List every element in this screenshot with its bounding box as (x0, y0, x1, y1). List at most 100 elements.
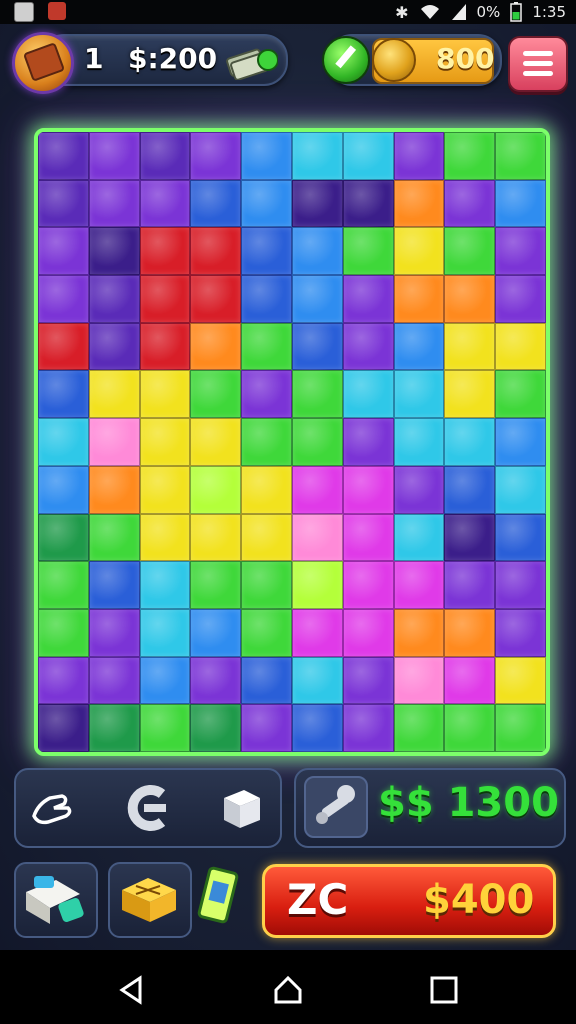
puzzle-piece[interactable] (495, 608, 546, 657)
menu-icon[interactable] (508, 36, 568, 92)
puzzle-piece[interactable] (495, 227, 546, 276)
puzzle-piece[interactable] (241, 322, 292, 371)
puzzle-piece[interactable] (38, 275, 89, 323)
puzzle-piece[interactable] (291, 370, 343, 419)
puzzle-piece[interactable] (190, 132, 242, 180)
magnet-icon[interactable] (120, 784, 176, 832)
puzzle-piece[interactable] (291, 704, 343, 752)
card-icon[interactable] (196, 866, 242, 928)
puzzle-piece[interactable] (444, 704, 496, 752)
puzzle-piece[interactable] (495, 465, 546, 514)
puzzle-piece[interactable] (190, 275, 242, 323)
puzzle-piece[interactable] (393, 608, 445, 657)
puzzle-piece[interactable] (291, 418, 343, 466)
puzzle-piece[interactable] (393, 227, 445, 276)
puzzle-piece[interactable] (444, 465, 496, 514)
puzzle-piece[interactable] (88, 179, 140, 228)
puzzle-piece[interactable] (190, 227, 242, 276)
puzzle-piece[interactable] (342, 227, 394, 276)
puzzle-piece[interactable] (139, 465, 191, 514)
puzzle-piece[interactable] (241, 132, 292, 180)
puzzle-piece[interactable] (444, 656, 496, 705)
puzzle-piece[interactable] (342, 656, 394, 705)
recents-icon[interactable] (424, 970, 464, 1010)
puzzle-piece[interactable] (495, 656, 546, 705)
puzzle-piece[interactable] (393, 465, 445, 514)
puzzle-piece[interactable] (139, 656, 191, 705)
puzzle-piece[interactable] (190, 418, 242, 466)
puzzle-piece[interactable] (342, 465, 394, 514)
puzzle-piece[interactable] (38, 370, 89, 419)
back-icon[interactable] (112, 970, 152, 1010)
puzzle-piece[interactable] (139, 275, 191, 323)
puzzle-piece[interactable] (88, 370, 140, 419)
puzzle-piece[interactable] (291, 322, 343, 371)
puzzle-piece[interactable] (190, 465, 242, 514)
puzzle-piece[interactable] (241, 418, 292, 466)
puzzle-piece[interactable] (88, 227, 140, 276)
puzzle-piece[interactable] (291, 227, 343, 276)
puzzle-piece[interactable] (241, 656, 292, 705)
puzzle-piece[interactable] (393, 132, 445, 180)
puzzle-piece[interactable] (241, 370, 292, 419)
puzzle-piece[interactable] (444, 132, 496, 180)
puzzle-piece[interactable] (393, 656, 445, 705)
puzzle-piece[interactable] (88, 704, 140, 752)
puzzle-piece[interactable] (241, 179, 292, 228)
puzzle-piece[interactable] (495, 418, 546, 466)
puzzle-piece[interactable] (38, 322, 89, 371)
puzzle-piece[interactable] (393, 418, 445, 466)
puzzle-piece[interactable] (38, 179, 89, 228)
puzzle-piece[interactable] (291, 656, 343, 705)
puzzle-piece[interactable] (495, 513, 546, 562)
puzzle-piece[interactable] (38, 608, 89, 657)
puzzle-piece[interactable] (291, 608, 343, 657)
puzzle-piece[interactable] (38, 227, 89, 276)
puzzle-piece[interactable] (88, 608, 140, 657)
puzzle-piece[interactable] (38, 513, 89, 562)
puzzle-piece[interactable] (342, 608, 394, 657)
puzzle-piece[interactable] (88, 465, 140, 514)
puzzle-piece[interactable] (139, 561, 191, 609)
puzzle-piece[interactable] (88, 275, 140, 323)
puzzle-piece[interactable] (241, 513, 292, 562)
puzzle-piece[interactable] (393, 704, 445, 752)
puzzle-piece[interactable] (139, 227, 191, 276)
puzzle-piece[interactable] (495, 561, 546, 609)
puzzle-piece[interactable] (190, 656, 242, 705)
puzzle-piece[interactable] (291, 275, 343, 323)
puzzle-piece[interactable] (190, 370, 242, 419)
shop-slot-2[interactable] (108, 862, 192, 938)
puzzle-piece[interactable] (444, 418, 496, 466)
puzzle-piece[interactable] (342, 322, 394, 371)
puzzle-piece[interactable] (342, 418, 394, 466)
wrench-icon[interactable] (304, 776, 368, 838)
puzzle-piece[interactable] (291, 561, 343, 609)
puzzle-piece[interactable] (393, 370, 445, 419)
puzzle-piece[interactable] (495, 322, 546, 371)
puzzle-piece[interactable] (139, 179, 191, 228)
puzzle-piece[interactable] (190, 608, 242, 657)
puzzle-piece[interactable] (38, 561, 89, 609)
puzzle-piece[interactable] (393, 322, 445, 371)
puzzle-piece[interactable] (291, 132, 343, 180)
puzzle-piece[interactable] (88, 132, 140, 180)
puzzle-piece[interactable] (190, 704, 242, 752)
puzzle-piece[interactable] (190, 179, 242, 228)
puzzle-piece[interactable] (291, 465, 343, 514)
buy-button[interactable]: ZC $400 (262, 864, 556, 938)
puzzle-piece[interactable] (444, 608, 496, 657)
puzzle-piece[interactable] (38, 704, 89, 752)
puzzle-piece[interactable] (444, 322, 496, 371)
puzzle-piece[interactable] (291, 513, 343, 562)
puzzle-piece[interactable] (38, 465, 89, 514)
puzzle-piece[interactable] (241, 608, 292, 657)
block-icon[interactable] (212, 784, 268, 832)
puzzle-piece[interactable] (444, 561, 496, 609)
puzzle-board[interactable] (34, 128, 550, 756)
puzzle-piece[interactable] (444, 179, 496, 228)
puzzle-piece[interactable] (241, 561, 292, 609)
puzzle-piece[interactable] (495, 132, 546, 180)
puzzle-piece[interactable] (190, 513, 242, 562)
puzzle-piece[interactable] (241, 704, 292, 752)
